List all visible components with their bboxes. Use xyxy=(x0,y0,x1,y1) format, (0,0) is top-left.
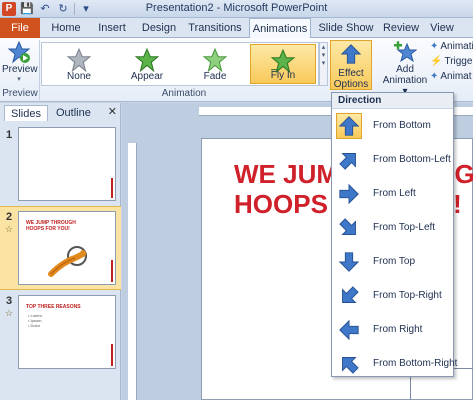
chevron-up-icon[interactable]: ▴ xyxy=(320,43,327,51)
arrow-up-icon xyxy=(340,44,362,64)
slide-number: 3 xyxy=(6,295,13,307)
animation-appear[interactable]: Appear xyxy=(114,44,180,84)
slides-pane: Slides Outline ✕ 1 2 ☆ WE JUMP THROUGH H… xyxy=(0,103,121,400)
thumbnail-accent xyxy=(111,344,113,366)
hoop-jumper-clipart xyxy=(48,246,87,277)
window-title: Presentation2 - Microsoft PowerPoint xyxy=(145,2,328,14)
direction-from-bottom-right[interactable]: From Bottom-Right xyxy=(333,349,457,379)
direction-from-top-right[interactable]: From Top-Right xyxy=(333,281,452,311)
gallery-expand-icon[interactable]: ▾ xyxy=(320,59,327,67)
star-gray-icon xyxy=(66,47,92,73)
thumbnail-title: WE JUMP THROUGH HOOPS FOR YOU! xyxy=(26,220,76,232)
tab-slide-show[interactable]: Slide Show xyxy=(318,18,374,38)
tab-transitions[interactable]: Transitions xyxy=(186,18,244,38)
close-icon[interactable]: ✕ xyxy=(108,105,117,118)
animation-painter-label: Animat xyxy=(440,71,472,82)
animation-appear-label: Appear xyxy=(130,71,164,82)
animation-fly-in[interactable]: Fly In xyxy=(250,44,316,84)
gallery-scroll[interactable]: ▴ ▾ ▾ xyxy=(319,42,328,86)
direction-from-bottom-left[interactable]: From Bottom-Left xyxy=(333,145,452,175)
preview-group-label: Preview xyxy=(2,88,38,99)
direction-from-right[interactable]: From Right xyxy=(333,315,452,345)
animation-fade[interactable]: Fade xyxy=(182,44,248,84)
animation-star-icon: ☆ xyxy=(5,308,14,318)
direction-from-top[interactable]: From Top xyxy=(333,247,452,277)
direction-label: From Top xyxy=(373,256,416,267)
tab-review[interactable]: Review xyxy=(382,18,420,38)
thumbnail-accent xyxy=(111,260,113,282)
animation-gallery: None Appear Fade Fly In xyxy=(41,42,319,86)
animation-star-icon: ☆ xyxy=(5,224,14,234)
vertical-ruler xyxy=(128,143,137,400)
thumbnail-accent xyxy=(111,178,113,198)
tab-design[interactable]: Design xyxy=(138,18,180,38)
preview-star-icon xyxy=(7,40,31,64)
slide-thumbnail-2[interactable]: WE JUMP THROUGH HOOPS FOR YOU! xyxy=(18,211,116,285)
thumbnail-title-line: HOOPS FOR YOU! xyxy=(26,226,70,232)
arrow-up-icon xyxy=(336,113,362,139)
tab-outline[interactable]: Outline xyxy=(50,105,97,121)
chevron-down-icon[interactable]: ▾ xyxy=(320,51,327,59)
slide-thumbnail-3[interactable]: TOP THREE REASONS • Lorem • Ipsum • Dolo… xyxy=(18,295,116,369)
animation-none[interactable]: None xyxy=(46,44,112,84)
add-animation-button[interactable]: Add Animation ▾ xyxy=(382,40,428,97)
animation-group-label: Animation xyxy=(161,88,207,99)
thumbnail-title: TOP THREE REASONS xyxy=(26,304,81,310)
direction-label: From Bottom-Left xyxy=(373,154,451,165)
star-green-icon xyxy=(134,47,160,73)
arrow-left-icon xyxy=(336,317,362,343)
tab-insert[interactable]: Insert xyxy=(92,18,132,38)
direction-from-left[interactable]: From Left xyxy=(333,179,452,209)
direction-header: Direction xyxy=(332,93,453,109)
slide-number: 1 xyxy=(6,129,13,141)
effect-options-dropdown: Direction From Bottom From Bottom-Left F… xyxy=(331,92,457,379)
animation-fade-label: Fade xyxy=(203,71,227,82)
arrow-down-left-icon xyxy=(336,283,362,309)
arrow-up-left-icon xyxy=(336,351,362,377)
group-divider xyxy=(39,40,40,100)
star-green-icon xyxy=(202,47,228,73)
arrow-down-icon xyxy=(336,249,362,275)
animation-pane-label: Animati xyxy=(440,41,473,52)
animation-painter-button[interactable]: ✦ Animat xyxy=(430,71,472,82)
direction-label: From Bottom xyxy=(373,120,431,131)
chevron-down-icon: ▾ xyxy=(17,76,21,83)
direction-label: From Bottom-Right xyxy=(373,358,458,369)
effect-options-label-1: Effect xyxy=(338,68,364,79)
direction-label: From Left xyxy=(373,188,416,199)
animation-none-label: None xyxy=(67,71,91,82)
preview-label: Preview xyxy=(2,64,38,75)
add-star-icon xyxy=(394,41,417,63)
effect-options-button[interactable]: Effect Options ▾ xyxy=(330,40,372,101)
animation-painter-icon: ✦ xyxy=(430,71,439,82)
direction-label: From Top-Left xyxy=(373,222,436,233)
direction-label: From Right xyxy=(373,324,423,335)
direction-label: From Top-Right xyxy=(373,290,442,301)
direction-from-bottom[interactable]: From Bottom xyxy=(333,111,452,141)
slide-thumbnail-1[interactable] xyxy=(18,127,116,201)
tab-view[interactable]: View xyxy=(426,18,458,38)
animation-fly-in-label: Fly In xyxy=(270,70,296,81)
tab-slides[interactable]: Slides xyxy=(4,105,48,121)
slide-number: 2 xyxy=(6,211,13,223)
trigger-button[interactable]: ⚡ Trigger xyxy=(430,56,473,67)
lightning-icon: ⚡ xyxy=(430,56,443,67)
arrow-up-right-icon xyxy=(336,147,362,173)
tab-home[interactable]: Home xyxy=(46,18,86,38)
animation-pane-button[interactable]: ✦ Animati xyxy=(430,41,473,52)
tab-file[interactable]: File xyxy=(0,18,40,38)
title-bar: P 💾 ↶ ↻ ▾ Presentation2 - Microsoft Powe… xyxy=(0,0,473,18)
direction-from-top-left[interactable]: From Top-Left xyxy=(333,213,452,243)
ribbon-tabs: File Home Insert Design Transitions Anim… xyxy=(0,18,473,39)
trigger-label: Trigger xyxy=(444,56,473,67)
animation-pane-icon: ✦ xyxy=(430,41,439,52)
tab-animations[interactable]: Animations xyxy=(249,18,311,39)
arrow-right-icon xyxy=(336,181,362,207)
thumbnail-bullet: • Dolor xyxy=(28,323,41,328)
add-animation-label-1: Add xyxy=(396,64,414,75)
preview-button[interactable]: Preview ▾ xyxy=(2,40,38,83)
arrow-down-right-icon xyxy=(336,215,362,241)
pane-tabs: Slides Outline ✕ xyxy=(0,103,121,121)
